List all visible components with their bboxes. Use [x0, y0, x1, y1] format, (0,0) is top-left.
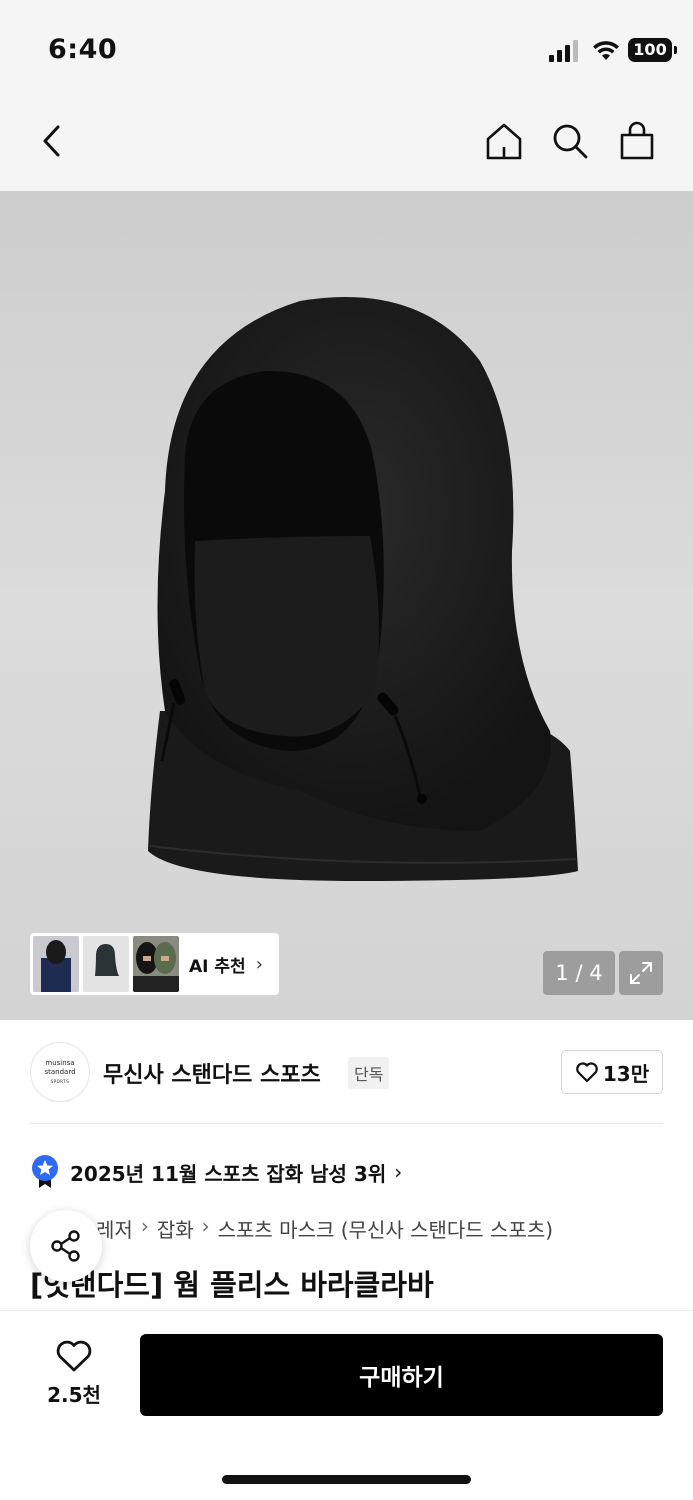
- share-icon: [51, 1230, 80, 1262]
- cart-button[interactable]: [613, 117, 661, 165]
- ai-recommend-label: AI 추천: [189, 956, 246, 977]
- chevron-right-icon: ›: [394, 1160, 403, 1184]
- shopping-bag-icon: [620, 121, 654, 160]
- ranking-text: 2025년 11월 스포츠 잡화 남성 3위: [70, 1161, 387, 1186]
- bottom-action-bar: 2.5천 구매하기: [0, 1310, 693, 1500]
- wishlist-count: 2.5천: [47, 1383, 101, 1407]
- chevron-right-icon: ›: [255, 953, 263, 975]
- share-button[interactable]: [30, 1210, 102, 1282]
- heart-icon: [576, 1062, 598, 1083]
- product-image-balaclava: [148, 297, 578, 881]
- top-nav: [0, 95, 693, 191]
- cellular-signal-icon: [549, 40, 578, 62]
- chevron-left-icon: [43, 125, 60, 157]
- heart-icon: [56, 1340, 92, 1372]
- wifi-icon: [593, 41, 619, 60]
- breadcrumb-separator: ›: [201, 1214, 210, 1238]
- status-bar: 6:40 100: [0, 0, 693, 95]
- breadcrumb: 레저 › 잡화 › 스포츠 마스크 (무신사 스탠다드 스포츠): [30, 1214, 553, 1243]
- buy-button[interactable]: 구매하기: [140, 1334, 663, 1416]
- fullscreen-button[interactable]: [619, 951, 663, 995]
- expand-icon: [630, 962, 652, 984]
- divider: [30, 1123, 663, 1124]
- wishlist-button[interactable]: 2.5천: [36, 1339, 112, 1409]
- breadcrumb-item[interactable]: 잡화: [157, 1214, 194, 1243]
- battery-indicator: 100: [628, 38, 677, 62]
- image-counter: 1 / 4: [543, 951, 615, 995]
- exclusive-badge: 단독: [348, 1057, 390, 1089]
- product-gallery[interactable]: AI 추천 › 1 / 4: [0, 191, 693, 1020]
- brand-name-link[interactable]: 무신사 스탠다드 스포츠: [103, 1057, 321, 1089]
- breadcrumb-item[interactable]: 레저: [96, 1214, 133, 1243]
- home-icon: [486, 123, 522, 160]
- ai-recommend-strip[interactable]: AI 추천 ›: [30, 933, 279, 995]
- home-button[interactable]: [480, 117, 528, 165]
- brand-logo-text-1: musinsa: [45, 1058, 75, 1067]
- thumbnail-3[interactable]: [133, 936, 179, 992]
- brand-row: musinsa standard SPORTS 무신사 스탠다드 스포츠 단독 …: [30, 1040, 663, 1104]
- ranking-link[interactable]: 2025년 11월 스포츠 잡화 남성 3위 ›: [30, 1152, 402, 1192]
- brand-like-button[interactable]: 13만: [561, 1050, 663, 1094]
- search-icon: [553, 124, 588, 159]
- breadcrumb-item[interactable]: 스포츠 마스크 (무신사 스탠다드 스포츠): [218, 1214, 553, 1243]
- thumbnail-1[interactable]: [33, 936, 79, 992]
- status-time: 6:40: [48, 34, 118, 65]
- search-button[interactable]: [546, 117, 594, 165]
- brand-logo-text-3: SPORTS: [50, 1078, 70, 1084]
- brand-logo[interactable]: musinsa standard SPORTS: [30, 1042, 90, 1102]
- thumbnail-2[interactable]: [83, 936, 129, 992]
- brand-like-count: 13만: [602, 1061, 650, 1086]
- back-button[interactable]: [28, 117, 76, 165]
- home-indicator: [222, 1475, 471, 1484]
- brand-logo-text-2: standard: [44, 1067, 76, 1076]
- ranking-badge-icon: [32, 1155, 58, 1188]
- breadcrumb-separator: ›: [140, 1214, 149, 1238]
